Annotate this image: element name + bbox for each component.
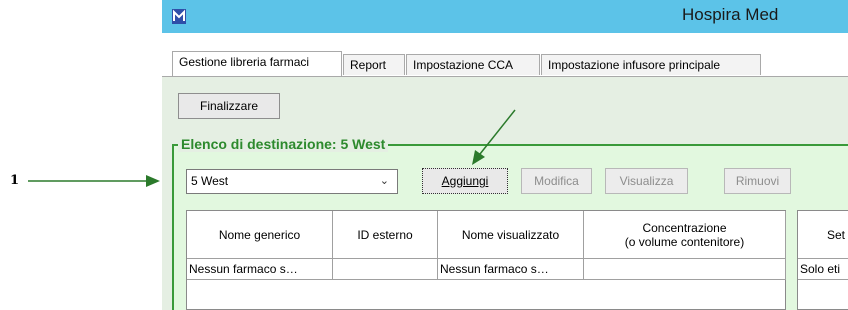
callout-arrows [28, 109, 516, 187]
callout-2-arrowhead [472, 150, 485, 165]
callout-2-arrow [479, 109, 516, 155]
callout-1-arrowhead [146, 175, 160, 187]
